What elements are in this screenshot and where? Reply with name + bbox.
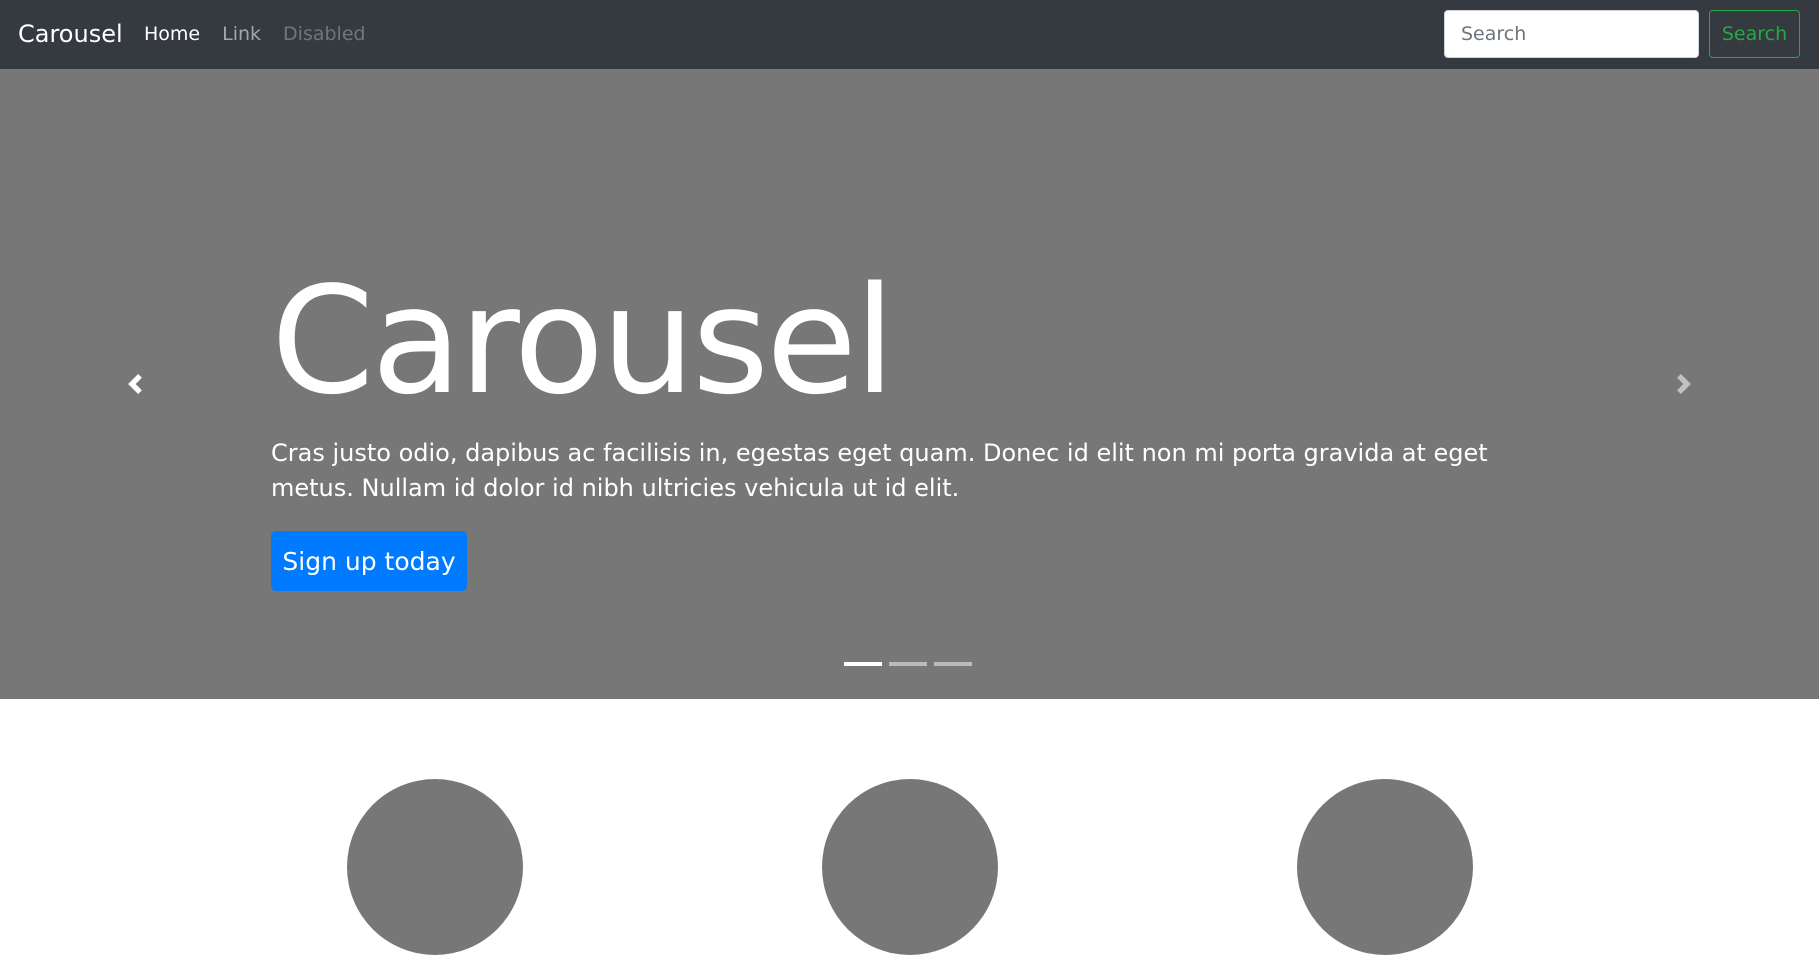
placeholder-image-3 [1297, 779, 1473, 955]
placeholder-image-2 [822, 779, 998, 955]
carousel-indicators [844, 662, 972, 666]
carousel-text: Cras justo odio, dapibus ac facilisis in… [271, 439, 1488, 502]
carousel-indicator-1[interactable] [844, 662, 882, 666]
nav-link-home[interactable]: Home [144, 21, 200, 48]
carousel-title: Carousel [271, 255, 895, 427]
nav-link-disabled: Disabled [283, 23, 366, 45]
nav-link-link[interactable]: Link [222, 21, 261, 48]
placeholder-image-1 [347, 779, 523, 955]
chevron-left-icon [128, 374, 142, 394]
chevron-right-icon [1677, 374, 1691, 394]
navbar-brand[interactable]: Carousel [18, 18, 123, 50]
carousel-indicator-3[interactable] [934, 662, 972, 666]
navbar: Carousel Home Link Disabled Search [0, 0, 1819, 69]
nav-links: Home Link Disabled [144, 21, 366, 48]
search-input[interactable] [1444, 10, 1699, 58]
carousel-indicator-2[interactable] [889, 662, 927, 666]
search-button[interactable]: Search [1709, 10, 1800, 58]
sign-up-button[interactable]: Sign up today [271, 531, 467, 591]
carousel-prev-button[interactable] [0, 69, 270, 699]
carousel: Carousel Cras justo odio, dapibus ac fac… [0, 69, 1819, 699]
carousel-next-button[interactable] [1549, 69, 1819, 699]
